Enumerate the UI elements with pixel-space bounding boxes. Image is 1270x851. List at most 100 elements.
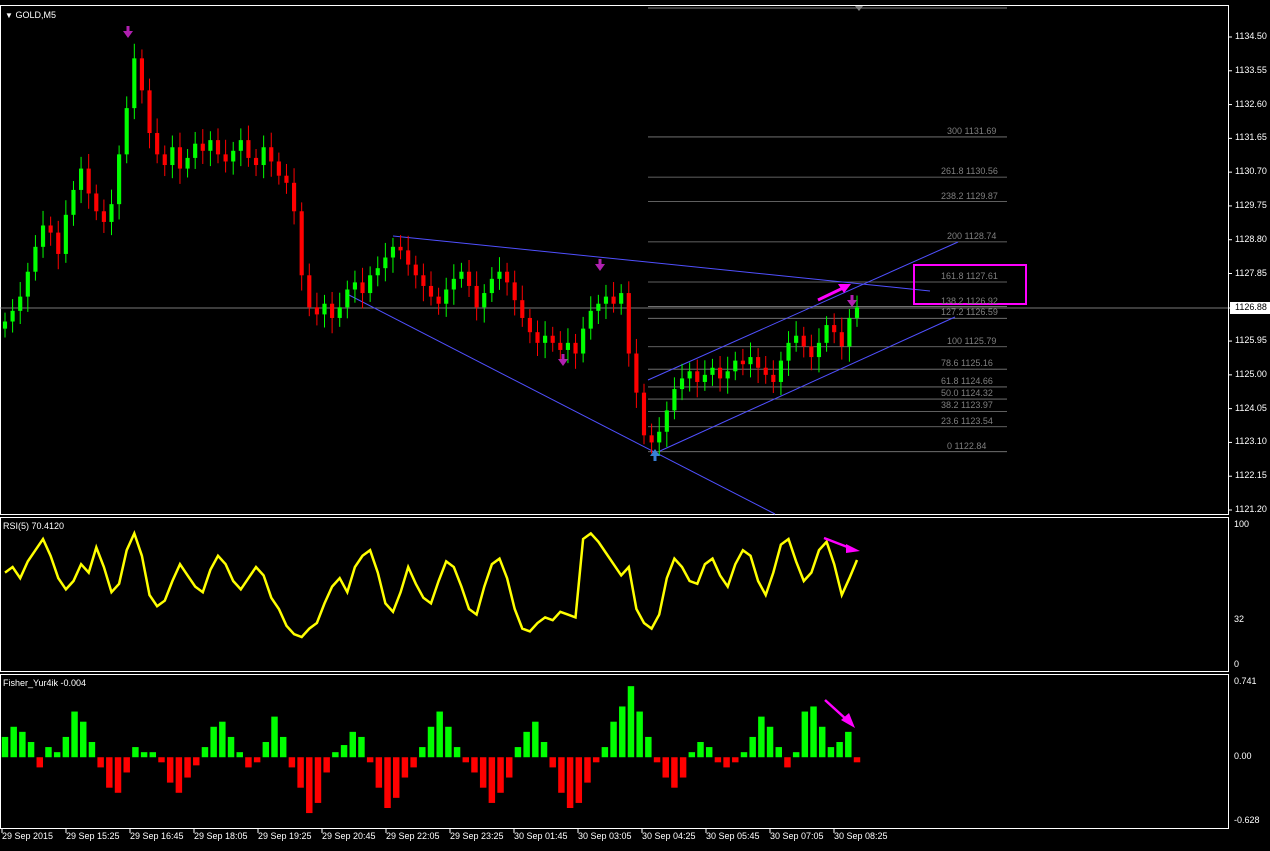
candle-body — [535, 332, 540, 343]
candle-body — [109, 204, 114, 222]
chart-canvas[interactable] — [0, 0, 1270, 851]
upper-trend-line — [392, 235, 931, 292]
candle-body — [94, 193, 99, 212]
rsi-line — [4, 529, 859, 639]
down-arrow-marker-icon — [558, 354, 568, 366]
candle-body — [421, 275, 426, 286]
price-axis-label: 1123.10 — [1235, 436, 1267, 447]
fisher-bar — [401, 757, 409, 778]
fisher-bar — [1, 736, 9, 758]
candle-body — [398, 246, 403, 251]
candle-body — [756, 357, 761, 368]
fisher-bar — [775, 747, 782, 758]
candle-body — [558, 342, 563, 350]
candle-body — [596, 303, 601, 311]
fib-level-label: 38.2 1123.97 — [941, 400, 993, 411]
candle-body — [497, 271, 502, 279]
dropdown-triangle-icon[interactable]: ▼ — [5, 11, 13, 20]
fisher-bar — [106, 757, 113, 788]
fisher-bar — [262, 742, 270, 758]
candle-body — [581, 328, 586, 354]
candle-body — [375, 268, 380, 276]
fisher-bar — [523, 731, 530, 758]
fisher-bar — [419, 747, 426, 758]
fisher-bar — [619, 706, 626, 758]
fisher-bar — [97, 757, 104, 768]
fisher-bar — [288, 757, 296, 768]
price-axis-label: 1132.60 — [1235, 98, 1267, 109]
candle-body — [695, 371, 700, 382]
time-axis-label: 29 Sep 2015 — [2, 831, 54, 841]
candle-body — [215, 140, 221, 155]
rsi-axis-label: 100 — [1234, 519, 1250, 529]
fisher-bar — [80, 721, 87, 758]
candle-body — [390, 246, 396, 258]
candle-body — [238, 140, 243, 151]
rsi-panel-label: RSI(5) 70.4120 — [3, 521, 65, 531]
fisher-bar — [175, 757, 183, 793]
fisher-bar — [549, 757, 556, 768]
fisher-bar — [645, 736, 652, 758]
rsi-axis-label: 32 — [1234, 614, 1245, 625]
price-axis-label: 1134.50 — [1235, 31, 1267, 41]
candle-body — [291, 182, 297, 212]
candle-body — [672, 389, 677, 411]
candle-body — [573, 342, 578, 354]
candle-body — [702, 374, 707, 382]
time-axis-label: 30 Sep 08:25 — [834, 831, 888, 841]
candle-body — [155, 133, 160, 155]
price-axis-label: 1128.80 — [1235, 233, 1267, 244]
fib-level-label: 238.2 1129.87 — [941, 190, 998, 201]
fisher-bar — [245, 757, 252, 768]
fisher-bar — [584, 757, 591, 783]
rsi-axis-label: 0 — [1234, 659, 1240, 669]
fisher-bar — [375, 757, 383, 788]
candle-body — [185, 157, 190, 169]
candle-body — [794, 335, 799, 343]
symbol-label[interactable]: ▼ GOLD,M5 — [5, 10, 56, 20]
fib-level-label: 50.0 1124.32 — [941, 388, 993, 399]
fisher-bar — [306, 757, 313, 814]
rsi-panel-frame — [0, 517, 1229, 672]
price-axis-label: 1122.15 — [1235, 470, 1267, 481]
candle-body — [193, 143, 198, 158]
candle-body — [330, 303, 335, 318]
fisher-bar — [384, 757, 391, 809]
candle-body — [117, 154, 122, 205]
time-axis-label: 30 Sep 03:05 — [578, 831, 632, 841]
time-axis-label: 29 Sep 16:45 — [130, 831, 184, 841]
candle-body — [2, 321, 8, 329]
candle-body — [337, 307, 342, 318]
candle-body — [124, 108, 129, 155]
candle-body — [10, 310, 15, 322]
fisher-bar — [410, 757, 417, 768]
candle-body — [611, 296, 616, 304]
candle-body — [78, 168, 84, 190]
time-axis-label: 30 Sep 01:45 — [514, 831, 568, 841]
candle-body — [177, 147, 183, 169]
fisher-bar — [566, 757, 574, 809]
candle-body — [33, 246, 38, 272]
time-axis-label: 29 Sep 15:25 — [66, 831, 120, 841]
fisher-bar — [801, 711, 809, 758]
down-arrow-marker-icon — [595, 259, 605, 271]
fisher-bar — [436, 711, 443, 758]
fisher-bar — [601, 747, 609, 758]
candle-body — [854, 307, 860, 318]
time-axis-label: 30 Sep 05:45 — [706, 831, 760, 841]
fisher-bar — [88, 742, 96, 758]
price-axis-label: 1130.70 — [1235, 166, 1267, 177]
candle-body — [223, 154, 228, 162]
candle-body — [626, 293, 631, 354]
candle-body — [474, 285, 479, 308]
fisher-bar — [314, 757, 322, 803]
candle-body — [710, 367, 715, 375]
fisher-bar — [532, 721, 539, 758]
fisher-bar — [19, 731, 26, 758]
fisher-axis-label: -0.628 — [1234, 815, 1260, 825]
fisher-bar — [166, 757, 174, 783]
fisher-bar — [392, 757, 400, 798]
fisher-bar — [114, 757, 122, 793]
candle-body — [345, 289, 350, 308]
candle-body — [603, 296, 609, 304]
